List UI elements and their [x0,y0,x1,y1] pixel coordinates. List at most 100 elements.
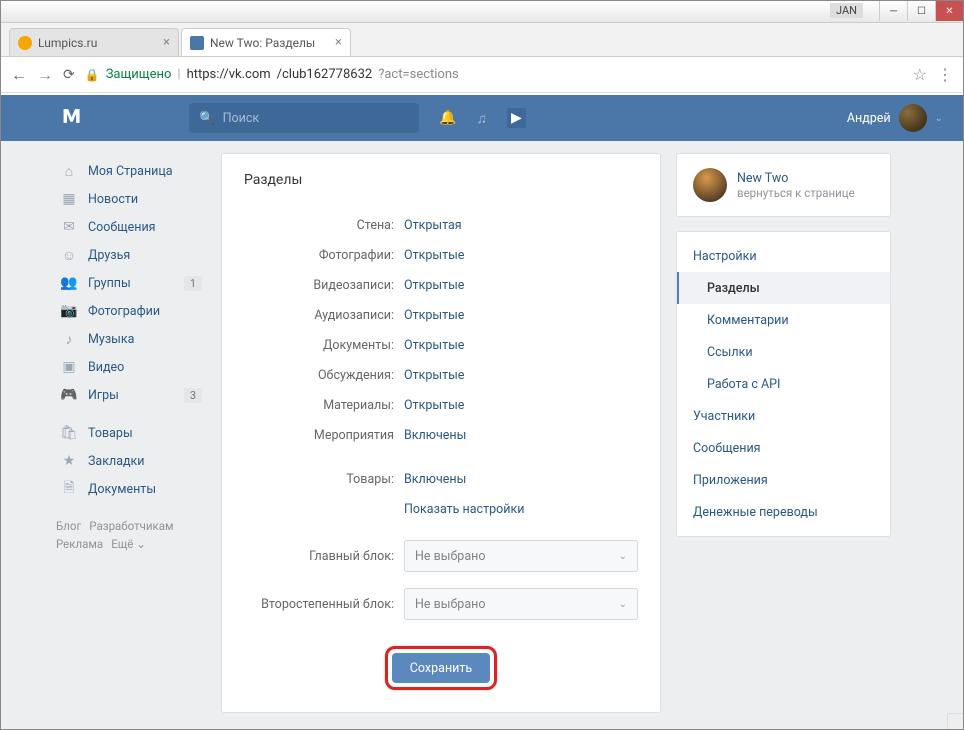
group-name: New Two [737,171,855,186]
sidebar-label: Музыка [88,332,134,347]
browser-tab[interactable]: Lumpics.ru × [9,28,179,56]
sidebar-item-music[interactable]: ♪Музыка [56,325,206,353]
tab-close-icon[interactable]: × [335,35,342,50]
nav-settings[interactable]: Настройки [677,240,890,272]
sidebar-label: Моя Страница [88,164,173,179]
browser-menu-icon[interactable]: ⋮ [937,65,953,84]
vk-logo[interactable] [61,108,89,128]
favicon-icon [190,36,204,50]
footer-blog[interactable]: Блог [56,519,81,533]
row-value-link[interactable]: Включены [404,472,466,487]
group-header-link[interactable]: New Two вернуться к странице [677,154,890,216]
browser-tabstrip: Lumpics.ru × New Two: Разделы × [1,23,963,57]
page-title: Разделы [244,172,638,188]
forward-button[interactable]: → [37,65,53,85]
sidebar-item-messages[interactable]: ✉Сообщения [56,213,206,241]
window-maximize[interactable]: ☐ [907,1,935,21]
sidebar-item-video[interactable]: ▣ Видео [56,353,206,381]
group-subtitle: вернуться к странице [737,186,855,200]
sidebar-item-profile[interactable]: ⌂Моя Страница [56,157,206,185]
nav-links[interactable]: Ссылки [677,336,890,368]
tab-close-icon[interactable]: × [163,35,170,50]
bookmark-icon[interactable]: ☆ [913,65,927,84]
sidebar-item-bookmarks[interactable]: ★Закладки [56,447,206,475]
sidebar-label: Документы [88,482,156,497]
nav-apps[interactable]: Приложения [677,464,890,496]
chevron-down-icon: ⌄ [935,113,943,124]
select-value: Не выбрано [415,597,485,612]
sidebar-item-market[interactable]: 🛍Товары [56,419,206,447]
sidebar-label: Группы [88,276,131,291]
sidebar-label: Новости [88,192,138,207]
divider: | [177,67,180,82]
search-placeholder: Поиск [223,111,260,126]
os-user-tag: JAN [830,3,863,18]
sidebar-label: Фотографии [88,304,160,319]
news-icon: ▦ [60,191,78,207]
settings-nav: Настройки Разделы Комментарии Ссылки Раб… [676,231,891,537]
sidebar-label: Видео [88,360,124,375]
sidebar-label: Друзья [88,248,130,263]
music-icon[interactable]: ♫ [476,110,487,127]
user-menu[interactable]: Андрей ⌄ [847,104,943,132]
nav-api[interactable]: Работа с API [677,368,890,400]
play-icon[interactable]: ▶ [507,108,526,128]
window-minimize[interactable]: ─ [879,1,907,21]
primary-block-label: Главный блок: [244,549,404,564]
nav-payments[interactable]: Денежные переводы [677,496,890,528]
row-value-link[interactable]: Открытые [404,338,464,353]
sidebar-item-groups[interactable]: 👥Группы1 [56,269,206,297]
notifications-icon[interactable]: 🔔 [439,110,456,126]
lock-icon: 🔒 [85,68,100,82]
row-value-link[interactable]: Включены [404,428,466,443]
video-icon: ▣ [60,359,78,375]
star-icon: ★ [60,453,78,469]
primary-block-select[interactable]: Не выбрано ⌄ [404,540,638,572]
row-label: Материалы: [244,398,404,413]
row-label: Обсуждения: [244,368,404,383]
sidebar-item-friends[interactable]: ☺ Друзья [56,241,206,269]
tab-title: Lumpics.ru [38,36,97,50]
friends-icon: ☺ [60,247,78,264]
row-label: Видеозаписи: [244,278,404,293]
sidebar-item-docs[interactable]: 🗎Документы [56,475,206,503]
sidebar-item-news[interactable]: ▦ Новости [56,185,206,213]
row-value-link[interactable]: Открытые [404,248,464,263]
url-host: https://vk.com [187,67,271,82]
url-query: ?act=sections [378,67,459,82]
main-panel: Разделы Стена:ОткрытаяФотографии:Открыты… [221,153,661,713]
camera-icon: 📷 [60,303,78,319]
nav-comments[interactable]: Комментарии [677,304,890,336]
sidebar-label: Товары [88,426,133,441]
nav-sections[interactable]: Разделы [677,272,890,304]
sidebar-item-games[interactable]: 🎮Игры3 [56,381,206,409]
row-value-link[interactable]: Открытые [404,368,464,383]
sidebar-item-photos[interactable]: 📷 Фотографии [56,297,206,325]
row-value-link[interactable]: Открытые [404,308,464,323]
reload-button[interactable]: ⟳ [63,67,75,83]
row-value-link[interactable]: Открытые [404,278,464,293]
row-value-link[interactable]: Открытая [404,218,462,233]
chevron-down-icon: ⌄ [619,551,627,562]
row-label: Стена: [244,218,404,233]
sidebar-label: Игры [88,388,119,403]
secondary-block-select[interactable]: Не выбрано ⌄ [404,588,638,620]
nav-members[interactable]: Участники [677,400,890,432]
row-value-link[interactable]: Открытые [404,398,464,413]
window-close[interactable]: ✕ [935,1,963,21]
back-button[interactable]: ← [11,65,27,85]
group-avatar [693,168,727,202]
address-bar[interactable]: 🔒 Защищено | https://vk.com/club16277863… [85,67,903,82]
footer-dev[interactable]: Разработчикам [89,519,173,533]
search-input[interactable]: 🔍 Поиск [189,103,419,133]
avatar [899,104,927,132]
browser-tab-active[interactable]: New Two: Разделы × [181,28,351,56]
left-sidebar: ⌂Моя Страница ▦ Новости ✉Сообщения ☺ Друзь… [56,153,206,713]
footer-more[interactable]: Ещё ⌄ [111,537,146,551]
save-button[interactable]: Сохранить [392,653,490,683]
nav-messages[interactable]: Сообщения [677,432,890,464]
show-settings-link[interactable]: Показать настройки [404,502,524,517]
select-value: Не выбрано [415,549,485,564]
footer-ads[interactable]: Реклама [56,537,103,551]
browser-toolbar: ← → ⟳ 🔒 Защищено | https://vk.com/club16… [1,57,963,93]
